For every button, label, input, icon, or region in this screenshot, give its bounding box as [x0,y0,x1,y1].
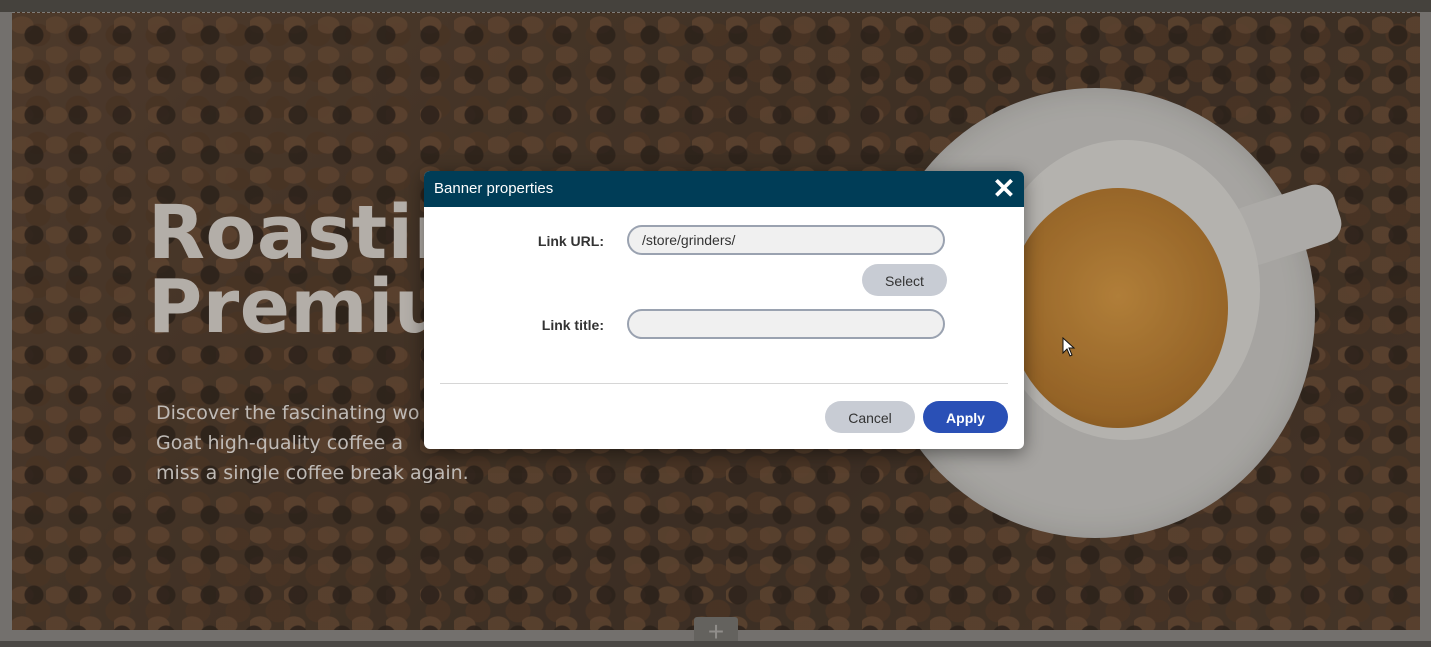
banner-properties-dialog: Banner properties ✕ Link URL: Select Lin… [424,171,1024,449]
banner-subtitle-line3: miss a single coffee break again. [156,462,469,484]
frame-right [1420,12,1431,641]
banner-subtitle-line1: Discover the fascinating wo [156,402,420,424]
arrow-cursor-icon [1062,337,1076,357]
link-title-label: Link title: [541,317,604,333]
link-url-label: Link URL: [537,233,604,249]
select-button[interactable]: Select [862,264,947,296]
add-section-button[interactable]: + [694,617,738,647]
top-strip [0,0,1431,12]
dialog-divider [440,383,1008,384]
link-url-input[interactable] [627,225,945,255]
apply-button[interactable]: Apply [923,401,1008,433]
cancel-button[interactable]: Cancel [825,401,915,433]
banner-subtitle-line2: Goat high-quality coffee a [156,432,404,454]
banner-title-line2: Premiu [148,264,448,350]
close-icon[interactable]: ✕ [990,174,1018,204]
plus-icon: + [707,616,725,647]
dialog-header: Banner properties ✕ [424,171,1024,207]
banner-title: Roastin Premiu [148,196,467,344]
dialog-title: Banner properties [434,180,554,197]
coffee-image [1008,188,1228,428]
link-title-input[interactable] [627,309,945,339]
frame-left [0,12,12,641]
